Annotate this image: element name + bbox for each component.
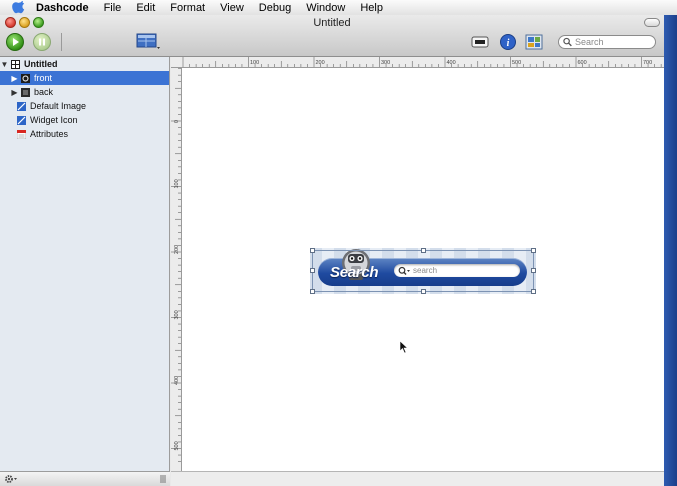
window-title: Untitled	[313, 17, 351, 29]
resize-handle-left[interactable]	[310, 268, 315, 273]
attributes-icon	[17, 129, 26, 139]
vertical-ruler: 0 100 200 300 400 500	[171, 68, 182, 471]
search-widget[interactable]: Search search	[310, 248, 536, 294]
menu-debug[interactable]: Debug	[259, 2, 291, 14]
ruler-v-label: 200	[174, 245, 180, 254]
menu-file[interactable]: File	[104, 2, 122, 14]
menu-view[interactable]: View	[220, 2, 244, 14]
back-side-icon	[21, 87, 30, 97]
tree-item-default-image[interactable]: Default Image	[0, 99, 169, 113]
horizontal-ruler: 100 200 300 400 500 600 700	[171, 57, 664, 68]
menu-help[interactable]: Help	[360, 2, 383, 14]
tree-item-back[interactable]: ▶ back	[0, 85, 169, 99]
pause-button[interactable]	[33, 33, 51, 51]
tree-label-back: back	[34, 87, 54, 97]
menu-app-dashcode[interactable]: Dashcode	[36, 2, 89, 14]
canvas-layout-icon[interactable]	[136, 33, 160, 51]
project-sidebar: ▼ Untitled ▶ front ▶ back Default Image …	[0, 57, 170, 471]
resize-handle-top[interactable]	[421, 248, 426, 253]
ruler-v-label: 100	[174, 179, 180, 188]
desktop-background-edge	[664, 15, 677, 486]
menu-edit[interactable]: Edit	[136, 2, 155, 14]
ruler-h-label: 100	[250, 60, 259, 66]
tree-label-widget-icon: Widget Icon	[30, 115, 78, 125]
front-side-icon	[21, 73, 30, 83]
ruler-h-label: 600	[578, 60, 587, 66]
resize-handle-top-left[interactable]	[310, 248, 315, 253]
ruler-v-label: 300	[174, 310, 180, 319]
disclosure-open-icon[interactable]: ▼	[0, 60, 9, 69]
menu-format[interactable]: Format	[170, 2, 205, 14]
toolbar-separator	[61, 33, 62, 51]
tree-item-untitled[interactable]: ▼ Untitled	[0, 57, 169, 71]
tree-label-default-image: Default Image	[30, 101, 87, 111]
pause-icon	[39, 38, 45, 46]
dashcode-window: Untitled i Search ▼ Untitled ▶ front ▶ b…	[0, 15, 664, 486]
design-canvas[interactable]: 100 200 300 400 500 600 700 0 100 200 300 400 500 S…	[171, 57, 664, 471]
play-icon	[13, 38, 19, 46]
widget-view-icon[interactable]	[471, 34, 489, 50]
ruler-v-label: 500	[174, 441, 180, 450]
disclosure-closed-icon[interactable]: ▶	[10, 88, 19, 97]
ruler-h-label: 700	[643, 60, 652, 66]
ruler-v-label: 400	[174, 376, 180, 385]
library-parts-icon[interactable]	[525, 34, 543, 50]
info-icon[interactable]: i	[499, 34, 517, 50]
resize-handle-top-right[interactable]	[531, 248, 536, 253]
ruler-h-label: 200	[316, 60, 325, 66]
title-bar-toolbar: Untitled i	[0, 15, 664, 57]
split-drag-handle[interactable]	[160, 475, 166, 483]
menu-bar: Dashcode File Edit Format View Debug Win…	[0, 0, 677, 16]
tree-item-front[interactable]: ▶ front	[0, 71, 169, 85]
tree-label-untitled: Untitled	[24, 59, 58, 69]
apple-logo-icon[interactable]	[12, 0, 26, 15]
sidebar-bottom-bar	[0, 471, 170, 486]
resize-handle-right[interactable]	[531, 268, 536, 273]
tree-item-attributes[interactable]: Attributes	[0, 127, 169, 141]
gear-icon[interactable]	[4, 474, 18, 484]
ruler-v-label: 0	[174, 120, 180, 123]
search-icon	[563, 37, 572, 47]
disclosure-closed-icon[interactable]: ▶	[10, 74, 19, 83]
tree-label-front: front	[34, 73, 53, 83]
run-button[interactable]	[6, 33, 24, 51]
toolbar-search-field[interactable]	[558, 35, 656, 49]
toolbar-search-input[interactable]	[572, 37, 655, 47]
svg-text:i: i	[507, 38, 510, 49]
ruler-h-label: 300	[381, 60, 390, 66]
resize-handle-bottom-left[interactable]	[310, 289, 315, 294]
menu-window[interactable]: Window	[306, 2, 345, 14]
resize-handle-bottom[interactable]	[421, 289, 426, 294]
ruler-h-label: 500	[512, 60, 521, 66]
image-edit-icon	[17, 101, 26, 111]
tree-label-attributes: Attributes	[30, 129, 69, 139]
tree-item-widget-icon[interactable]: Widget Icon	[0, 113, 169, 127]
selection-outline	[312, 250, 534, 292]
resize-handle-bottom-right[interactable]	[531, 289, 536, 294]
canvas-bottom-bar	[171, 471, 664, 486]
widget-project-icon	[11, 59, 20, 69]
ruler-h-label: 400	[447, 60, 456, 66]
icon-edit-icon	[17, 115, 26, 125]
mouse-pointer-icon	[400, 341, 409, 354]
toolbar-toggle-button[interactable]	[644, 18, 660, 27]
